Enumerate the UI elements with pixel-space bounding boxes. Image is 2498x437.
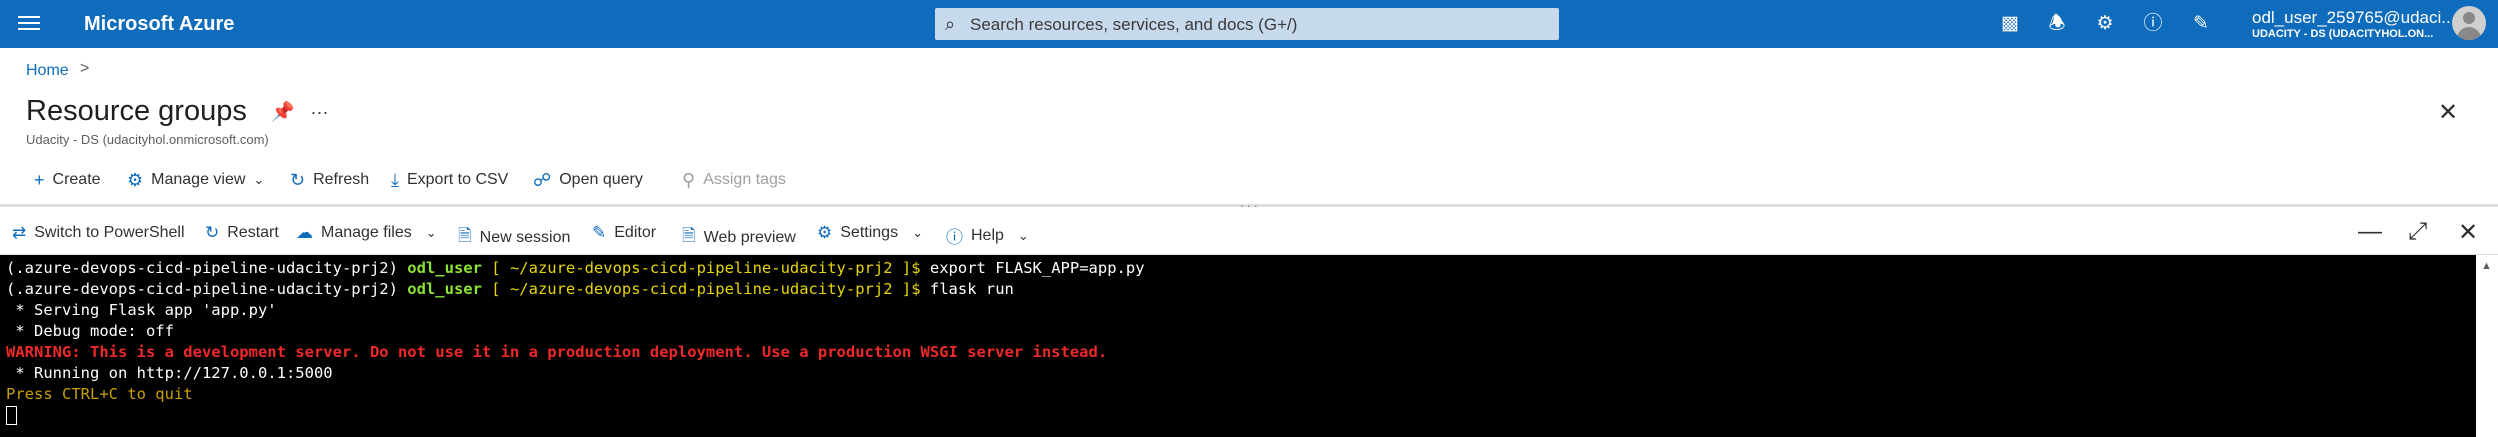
hamburger-menu-icon[interactable] [18,12,40,34]
pin-icon[interactable]: 📌 [271,100,295,124]
web-preview-icon: 🗎 [682,226,696,245]
assign-tags-button[interactable]: ⚲ Assign tags [682,168,786,192]
venv-text: (.azure-devops-cicd-pipeline-udacity-prj… [6,280,398,298]
gear-icon[interactable]: ⚙ [2094,13,2116,35]
chevron-down-icon: ⌄ [912,225,923,240]
terminal-line: * Running on http://127.0.0.1:5000 [6,364,333,382]
minimize-icon[interactable]: — [2358,218,2382,246]
pencil-icon: ✎ [592,223,607,242]
breadcrumb-home[interactable]: Home [26,62,69,80]
prompt-user: odl_user [407,259,482,277]
warning-line: WARNING: This is a development server. D… [6,343,1108,361]
manage-files-button[interactable]: ☁ Manage files ⌄ [296,223,437,243]
gear-icon: ⚙ [817,223,833,242]
new-session-button[interactable]: 🗎 New session [458,223,570,252]
more-options-icon[interactable]: ... [311,98,329,119]
command-text: export FLASK_APP=app.py [929,259,1145,277]
open-query-label: Open query [559,171,643,188]
breadcrumb-separator-icon: > [80,60,90,77]
plus-icon: + [34,169,45,190]
venv-text: (.azure-devops-cicd-pipeline-udacity-prj… [6,259,398,277]
restart-label: Restart [227,224,279,241]
prompt-user: odl_user [407,280,482,298]
page-subtitle: Udacity - DS (udacityhol.onmicrosoft.com… [26,132,269,147]
chevron-down-icon: ⌄ [1017,227,1029,243]
maximize-icon[interactable]: ⤢ [2408,218,2427,246]
help-icon[interactable]: ⓘ [2142,13,2164,35]
terminal-line: * Debug mode: off [6,322,174,340]
terminal-line: (.azure-devops-cicd-pipeline-udacity-prj… [6,258,1145,278]
refresh-label: Refresh [313,171,370,188]
chevron-down-icon: ⌄ [425,225,437,240]
restart-icon: ↻ [205,223,220,242]
avatar[interactable] [2452,6,2486,40]
settings-button[interactable]: ⚙ Settings ⌄ [817,223,923,243]
chevron-down-icon: ⌄ [253,172,265,187]
settings-label: Settings [840,224,899,241]
new-session-icon: 🗎 [458,226,472,245]
help-icon: ⓘ [946,228,963,247]
manage-view-label: Manage view [151,171,246,188]
terminal-cursor[interactable] [6,405,17,425]
web-preview-label: Web preview [703,228,796,246]
refresh-icon: ↻ [290,169,306,190]
cloud-icon: ☁ [296,223,313,242]
help-label: Help [971,226,1004,244]
new-session-label: New session [479,228,571,246]
refresh-button[interactable]: ↻ Refresh [290,168,369,192]
tag-icon: ⚲ [682,169,696,190]
gear-icon: ⚙ [127,169,144,190]
manage-view-button[interactable]: ⚙ Manage view ⌄ [127,168,264,192]
prompt-path: [ ~/azure-devops-cicd-pipeline-udacity-p… [491,259,921,277]
editor-label: Editor [614,224,657,241]
brand-title[interactable]: Microsoft Azure [84,13,234,36]
export-csv-label: Export to CSV [406,171,509,188]
switch-icon: ⇄ [12,223,27,242]
switch-label: Switch to PowerShell [34,224,185,241]
terminal-output[interactable]: (.azure-devops-cicd-pipeline-udacity-prj… [0,255,2476,437]
close-icon[interactable]: ✕ [2438,98,2458,127]
restart-button[interactable]: ↻ Restart [205,223,279,243]
user-directory[interactable]: UDACITY - DS (UDACITYHOL.ON... [2252,28,2433,40]
search-input[interactable]: ⌕ Search resources, services, and docs (… [935,8,1559,40]
page-title: Resource groups [26,95,247,127]
feedback-icon[interactable]: ✎ [2190,13,2212,35]
switch-to-powershell-button[interactable]: ⇄ Switch to PowerShell [12,223,185,243]
search-placeholder: Search resources, services, and docs (G+… [970,15,1298,34]
terminal-scrollbar[interactable]: ▲ [2476,255,2498,437]
terminal-line: * Serving Flask app 'app.py' [6,301,277,319]
create-button[interactable]: + Create [34,168,101,192]
manage-files-label: Manage files [321,224,412,241]
quit-hint: Press CTRL+C to quit [6,385,193,403]
search-icon: ⌕ [945,14,956,34]
prompt-path: [ ~/azure-devops-cicd-pipeline-udacity-p… [491,280,921,298]
bell-icon[interactable]: 🕭 [2046,13,2068,35]
query-icon: ☍ [533,169,552,190]
scroll-up-icon[interactable]: ▲ [2481,260,2492,272]
assign-tags-label: Assign tags [703,171,786,188]
web-preview-button[interactable]: 🗎 Web preview [682,223,796,252]
user-name[interactable]: odl_user_259765@udaci... [2252,8,2455,28]
export-csv-button[interactable]: ⤓ Export to CSV [391,168,508,192]
command-text: flask run [929,280,1014,298]
create-label: Create [52,171,101,188]
help-button[interactable]: ⓘ Help ⌄ [946,223,1029,248]
close-shell-icon[interactable]: ✕ [2458,218,2478,247]
cloud-shell-icon[interactable]: ▩ [1999,13,2021,35]
editor-button[interactable]: ✎ Editor [592,223,656,243]
download-icon: ⤓ [391,169,399,190]
terminal-line: (.azure-devops-cicd-pipeline-udacity-prj… [6,279,1014,299]
open-query-button[interactable]: ☍ Open query [533,168,643,192]
